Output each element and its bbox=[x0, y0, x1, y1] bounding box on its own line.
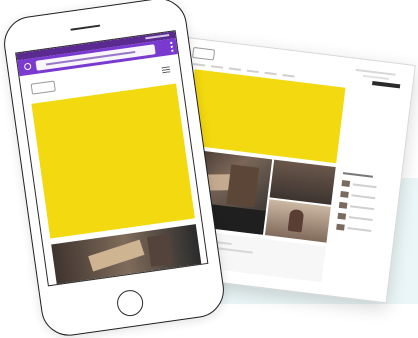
sidebar-thumbnail bbox=[341, 180, 351, 187]
sidebar-thumbnail bbox=[340, 190, 349, 198]
desktop-sidebar-item bbox=[336, 223, 378, 235]
home-icon bbox=[23, 62, 32, 71]
desktop-site-logo bbox=[191, 46, 216, 61]
portrait-shape bbox=[287, 208, 305, 233]
desktop-header-top-line bbox=[355, 68, 396, 76]
sidebar-text-line bbox=[347, 227, 372, 232]
desktop-header-secondary-line bbox=[362, 74, 389, 80]
sidebar-text-line bbox=[349, 205, 375, 211]
phone-site-logo bbox=[30, 80, 56, 95]
desktop-sidebar-item bbox=[337, 212, 379, 224]
desktop-nav-item bbox=[228, 67, 241, 71]
sidebar-text-line bbox=[352, 183, 377, 189]
desktop-sidebar bbox=[327, 167, 386, 291]
device-mockup-illustration bbox=[0, 0, 418, 338]
desktop-header-dark-bar bbox=[372, 81, 401, 89]
desktop-sidebar-title bbox=[342, 172, 373, 178]
desktop-sidebar-item bbox=[338, 201, 381, 213]
phone-hero-block bbox=[31, 83, 195, 239]
desktop-sidebar-item bbox=[340, 190, 382, 202]
sidebar-thumbnail bbox=[336, 223, 345, 231]
hamburger-menu-icon bbox=[161, 66, 171, 74]
desktop-nav-item bbox=[246, 69, 259, 74]
sidebar-text-line bbox=[348, 216, 373, 222]
phone-screen bbox=[15, 30, 209, 287]
desktop-secondary-image-bottom bbox=[264, 199, 331, 243]
desktop-secondary-image-top bbox=[269, 159, 336, 205]
featured-image-shape bbox=[226, 164, 260, 208]
desktop-nav-item bbox=[193, 63, 206, 67]
sidebar-thumbnail bbox=[337, 212, 347, 220]
featured-image-shape bbox=[88, 239, 145, 272]
desktop-nav-item bbox=[282, 74, 295, 78]
desktop-sidebar-item bbox=[341, 180, 383, 191]
featured-image-shape bbox=[147, 234, 174, 267]
sidebar-text-line bbox=[351, 194, 376, 200]
desktop-nav-item bbox=[210, 65, 224, 69]
desktop-hero-block bbox=[185, 69, 346, 164]
sidebar-thumbnail bbox=[338, 201, 348, 209]
more-menu-icon bbox=[170, 41, 174, 52]
desktop-nav-item bbox=[264, 71, 277, 76]
